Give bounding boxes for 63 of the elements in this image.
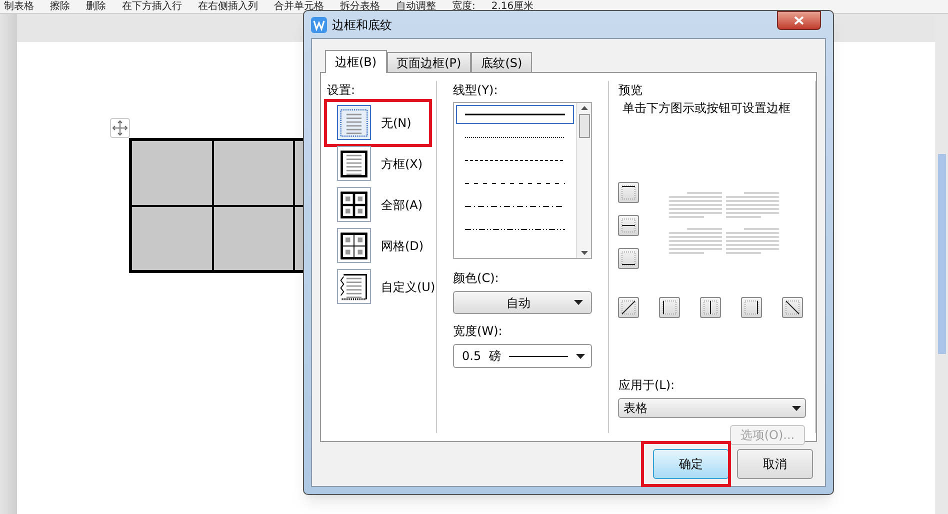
inner-horizontal-border-button[interactable] bbox=[618, 215, 640, 236]
toolbar-item[interactable]: 擦除 bbox=[50, 2, 70, 12]
close-icon bbox=[794, 16, 804, 25]
toolbar-item[interactable]: 在下方插入行 bbox=[122, 2, 182, 12]
setting-label: 无(N) bbox=[381, 114, 412, 132]
border-setting-option[interactable] bbox=[337, 269, 371, 304]
setting-label: 网格(D) bbox=[381, 238, 424, 254]
color-label: 颜色(C): bbox=[453, 270, 500, 287]
tab[interactable]: 页面边框(P) bbox=[386, 52, 472, 72]
width-label: 宽度(W): bbox=[453, 323, 504, 340]
toolbar-item[interactable]: 自动调整 bbox=[396, 2, 436, 12]
move-handle-icon bbox=[110, 118, 130, 138]
scrollbar-thumb[interactable] bbox=[938, 154, 946, 354]
caret-icon bbox=[574, 300, 584, 305]
line-sample-icon bbox=[465, 182, 566, 185]
close-button[interactable] bbox=[777, 11, 821, 30]
left-border-button[interactable] bbox=[659, 297, 680, 318]
scrollbar[interactable] bbox=[576, 103, 592, 258]
top-border-button[interactable] bbox=[618, 182, 640, 203]
apply-to-label: 应用于(L): bbox=[618, 377, 676, 394]
toolbar-item[interactable]: 拆分表格 bbox=[340, 2, 380, 12]
border-setting-option[interactable] bbox=[337, 146, 371, 181]
width-unit: 磅 bbox=[489, 348, 502, 365]
diagonal-up-border-button[interactable] bbox=[618, 297, 640, 318]
caret-icon bbox=[792, 406, 802, 410]
line-style-option[interactable] bbox=[456, 105, 574, 124]
line-sample-icon bbox=[465, 113, 566, 116]
apply-to-dropdown[interactable]: 表格 bbox=[618, 398, 806, 418]
dialog-button[interactable]: 确定 bbox=[653, 449, 729, 479]
inner-vertical-border-button[interactable] bbox=[700, 297, 722, 318]
setting-label: 自定义(U) bbox=[381, 278, 436, 296]
width-dropdown[interactable]: 0.5 磅 bbox=[453, 344, 592, 368]
scrollbar-thumb[interactable] bbox=[578, 114, 590, 138]
border-setting-option[interactable] bbox=[337, 187, 371, 222]
border-setting-option[interactable] bbox=[337, 228, 371, 263]
toolbar-item[interactable]: 合并单元格 bbox=[274, 2, 324, 12]
scroll-up-icon bbox=[580, 106, 588, 110]
scroll-down-icon bbox=[580, 251, 588, 255]
width-value: 0.5 bbox=[462, 348, 482, 365]
tab[interactable]: 边框(B) bbox=[325, 50, 387, 73]
preview-hint: 单击下方图示或按钮可设置边框 bbox=[621, 100, 792, 117]
line-sample-icon bbox=[465, 159, 566, 162]
right-border-button[interactable] bbox=[741, 297, 762, 318]
preview-label: 预览 bbox=[618, 82, 644, 99]
setting-label: 方框(X) bbox=[381, 156, 423, 172]
toolbar-item[interactable]: 制表格 bbox=[4, 2, 34, 12]
line-sample-icon bbox=[465, 228, 566, 231]
line-style-label: 线型(Y): bbox=[453, 82, 499, 99]
bottom-border-button[interactable] bbox=[618, 248, 640, 269]
color-dropdown[interactable]: 自动 bbox=[453, 291, 592, 314]
app-logo-icon bbox=[311, 16, 327, 32]
diagonal-down-border-button[interactable] bbox=[782, 297, 804, 318]
tab[interactable]: 底纹(S) bbox=[471, 52, 532, 72]
settings-label: 设置: bbox=[327, 82, 356, 99]
toolbar-item[interactable]: 在右侧插入列 bbox=[198, 2, 258, 12]
setting-label: 全部(A) bbox=[381, 196, 423, 214]
line-sample-icon bbox=[465, 136, 566, 139]
caret-icon bbox=[576, 354, 586, 358]
dialog-button[interactable]: 取消 bbox=[737, 449, 813, 479]
toolbar-item[interactable]: 删除 bbox=[86, 2, 106, 12]
toolbar-item[interactable]: 宽度: bbox=[452, 2, 476, 12]
window-title: 边框和底纹 bbox=[332, 16, 392, 34]
toolbar-item[interactable]: 2.16厘米 bbox=[491, 2, 534, 12]
